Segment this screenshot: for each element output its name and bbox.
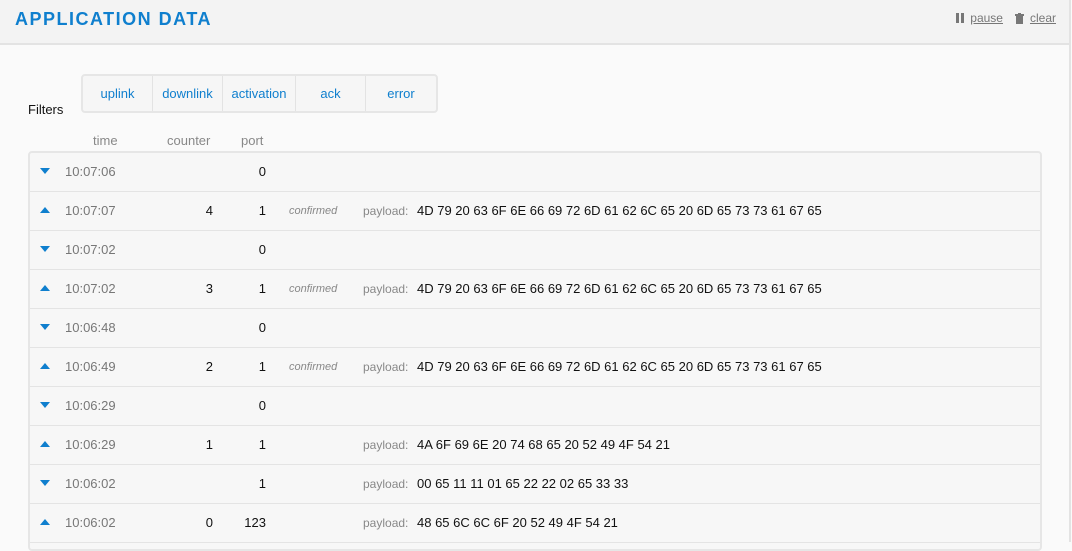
row-counter: 0 xyxy=(205,515,213,530)
confirmed-label: confirmed xyxy=(289,205,338,217)
pause-icon xyxy=(956,13,965,23)
table-row[interactable]: 10:06:29 0 xyxy=(30,387,1040,426)
downlink-arrow-icon[interactable] xyxy=(40,168,50,174)
row-counter: 3 xyxy=(205,281,213,296)
table-row[interactable]: 10:06:29 1 1 payload: 4A 6F 69 6E 20 74 68… xyxy=(30,426,1040,465)
header: APPLICATION DATA pause clear xyxy=(0,0,1070,45)
table-row[interactable]: 10:06:02 1 payload: 00 65 11 11 01 65 22 2… xyxy=(30,465,1040,504)
page-title: APPLICATION DATA xyxy=(15,9,212,29)
table-row[interactable]: 10:06:48 0 xyxy=(30,309,1040,348)
filter-activation[interactable]: activation xyxy=(223,76,296,111)
uplink-arrow-icon[interactable] xyxy=(40,519,50,525)
filters-label: Filters xyxy=(28,102,64,117)
row-time: 10:06:29 xyxy=(65,398,116,413)
row-counter: 1 xyxy=(205,437,213,452)
table-row[interactable]: 10:06:02 0 123 payload: 48 65 6C 6C 6F 20 … xyxy=(30,504,1040,543)
downlink-arrow-icon[interactable] xyxy=(40,402,50,408)
row-port: 123 xyxy=(244,515,266,530)
downlink-arrow-icon[interactable] xyxy=(40,480,50,486)
confirmed-label: confirmed xyxy=(289,283,338,295)
filter-error[interactable]: error xyxy=(366,76,436,111)
right-border xyxy=(1069,0,1071,542)
filter-ack[interactable]: ack xyxy=(296,76,366,111)
payload-label: payload: xyxy=(363,282,409,296)
filter-downlink[interactable]: downlink xyxy=(153,76,223,111)
data-table: 10:07:06 0 10:07:07 4 1 confirmed payload:… xyxy=(28,151,1042,551)
payload-value: 00 65 11 11 01 65 22 22 02 65 33 33 xyxy=(417,476,629,491)
header-actions: pause clear xyxy=(956,11,1056,25)
payload-value: 4A 6F 69 6E 20 74 68 65 20 52 49 4F 54 2… xyxy=(417,437,670,452)
confirmed-label: confirmed xyxy=(289,361,338,373)
row-time: 10:07:02 xyxy=(65,281,116,296)
table-row[interactable]: 10:07:02 3 1 confirmed payload: 4D 79 20 63… xyxy=(30,270,1040,309)
row-port: 1 xyxy=(258,359,266,374)
row-time: 10:07:06 xyxy=(65,164,116,179)
row-time: 10:06:02 xyxy=(65,515,116,530)
row-port: 0 xyxy=(258,164,266,179)
table-row[interactable]: 10:07:06 0 xyxy=(30,153,1040,192)
table-row[interactable]: 10:07:02 0 xyxy=(30,231,1040,270)
row-time: 10:06:49 xyxy=(65,359,116,374)
row-counter: 4 xyxy=(205,203,213,218)
row-time: 10:07:07 xyxy=(65,203,116,218)
row-time: 10:06:29 xyxy=(65,437,116,452)
payload-value: 4D 79 20 63 6F 6E 66 69 72 6D 61 62 6C 6… xyxy=(417,281,822,296)
row-port: 0 xyxy=(258,398,266,413)
pause-button[interactable]: pause xyxy=(956,11,1003,25)
filter-uplink[interactable]: uplink xyxy=(83,76,153,111)
table-row[interactable]: 10:06:49 2 1 confirmed payload: 4D 79 20 63… xyxy=(30,348,1040,387)
row-port: 0 xyxy=(258,242,266,257)
payload-value: 48 65 6C 6C 6F 20 52 49 4F 54 21 xyxy=(417,515,618,530)
payload-label: payload: xyxy=(363,360,409,374)
clear-link[interactable]: clear xyxy=(1030,11,1056,25)
uplink-arrow-icon[interactable] xyxy=(40,363,50,369)
downlink-arrow-icon[interactable] xyxy=(40,324,50,330)
payload-value: 4D 79 20 63 6F 6E 66 69 72 6D 61 62 6C 6… xyxy=(417,359,822,374)
trash-icon xyxy=(1014,12,1024,24)
clear-button[interactable]: clear xyxy=(1014,11,1056,25)
column-header-counter: counter xyxy=(167,133,211,148)
payload-label: payload: xyxy=(363,516,409,530)
row-port: 1 xyxy=(258,476,266,491)
row-time: 10:07:02 xyxy=(65,242,116,257)
row-time: 10:06:48 xyxy=(65,320,116,335)
pause-link[interactable]: pause xyxy=(970,11,1003,25)
payload-label: payload: xyxy=(363,204,409,218)
uplink-arrow-icon[interactable] xyxy=(40,441,50,447)
uplink-arrow-icon[interactable] xyxy=(40,285,50,291)
row-port: 0 xyxy=(258,320,266,335)
column-header-port: port xyxy=(241,133,264,148)
filter-group: uplink downlink activation ack error xyxy=(81,74,438,113)
row-port: 1 xyxy=(258,203,266,218)
payload-label: payload: xyxy=(363,438,409,452)
downlink-arrow-icon[interactable] xyxy=(40,246,50,252)
row-port: 1 xyxy=(258,281,266,296)
uplink-arrow-icon[interactable] xyxy=(40,207,50,213)
payload-label: payload: xyxy=(363,477,409,491)
column-header-time: time xyxy=(93,133,118,148)
row-counter: 2 xyxy=(205,359,213,374)
payload-value: 4D 79 20 63 6F 6E 66 69 72 6D 61 62 6C 6… xyxy=(417,203,822,218)
row-port: 1 xyxy=(258,437,266,452)
row-time: 10:06:02 xyxy=(65,476,116,491)
table-row[interactable]: 10:07:07 4 1 confirmed payload: 4D 79 20 63… xyxy=(30,192,1040,231)
